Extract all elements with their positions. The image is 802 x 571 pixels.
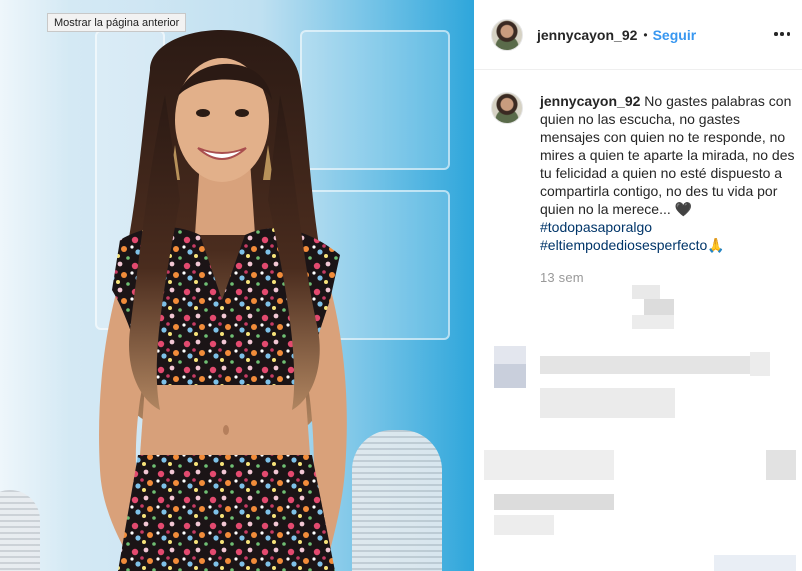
- separator-dot: •: [643, 27, 648, 42]
- caption-body: No gastes palabras con quien no las escu…: [540, 93, 795, 217]
- caption-text: jennycayon_92 No gastes palabras con qui…: [540, 92, 797, 254]
- woman-figure: [99, 30, 347, 571]
- previous-page-tooltip: Mostrar la página anterior: [47, 13, 187, 32]
- follow-button[interactable]: Seguir: [653, 27, 697, 43]
- pray-emoji: 🙏: [707, 237, 725, 253]
- caption-username[interactable]: jennycayon_92: [540, 93, 640, 109]
- post-photo[interactable]: [0, 0, 474, 571]
- header-username[interactable]: jennycayon_92: [537, 27, 637, 43]
- hashtag-todopasaporalgo[interactable]: #todopasaporalgo: [540, 218, 797, 236]
- hashtag-eltiempodediosesperfecto[interactable]: #eltiempodediosesperfecto: [540, 237, 707, 253]
- profile-avatar[interactable]: [491, 18, 523, 51]
- post-caption: jennycayon_92 No gastes palabras con qui…: [491, 92, 797, 285]
- more-options-icon[interactable]: [774, 26, 790, 42]
- black-heart-emoji: 🖤: [674, 201, 693, 217]
- post-side-panel: jennycayon_92 • Seguir jennycayon_92 No …: [474, 0, 802, 571]
- caption-avatar[interactable]: [491, 92, 523, 124]
- post-timestamp[interactable]: 13 sem: [540, 270, 797, 285]
- post-header: jennycayon_92 • Seguir: [474, 0, 802, 70]
